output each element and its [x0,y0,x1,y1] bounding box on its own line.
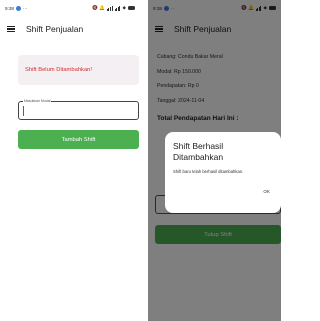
text-cursor [23,106,24,116]
right-phone-screen: 9:38 ·· 🔇 🔔 ◆ Shift Penjualan Cabang: Co… [148,0,281,321]
status-time: 9:38 [5,5,14,11]
status-indicator: ··· [22,5,28,11]
signal-2-icon [114,5,121,11]
app-bar: Shift Penjualan [0,18,140,40]
notification-dot-icon [15,5,21,11]
warning-card: Shift Belum Ditambahkan! [18,55,139,85]
menu-icon[interactable] [7,26,15,32]
page-title: Shift Penjualan [26,24,84,34]
modal-input[interactable]: Masukkan Modal [18,99,139,120]
modal-input-label: Masukkan Modal [23,99,52,104]
warning-text: Shift Belum Ditambahkan! [25,67,93,73]
ok-button[interactable]: OK [263,189,270,194]
battery-icon [128,6,135,10]
dialog-title: Shift Berhasil Ditambahkan [173,141,224,162]
dialog-message: Shift baru telah berhasil ditambahkan. [173,169,244,174]
status-icons: 🔇 🔔 [92,5,105,10]
left-phone-screen: 9:38 ··· 🔇 🔔 ◆ Shift Penjualan Shift Bel… [0,0,140,321]
wifi-icon: ◆ [122,5,126,10]
status-bar: 9:38 ··· 🔇 🔔 ◆ [0,0,140,16]
signal-icon [106,5,113,11]
add-shift-button[interactable]: Tambah Shift [18,130,139,149]
success-dialog: Shift Berhasil Ditambahkan Shift baru te… [165,132,281,213]
